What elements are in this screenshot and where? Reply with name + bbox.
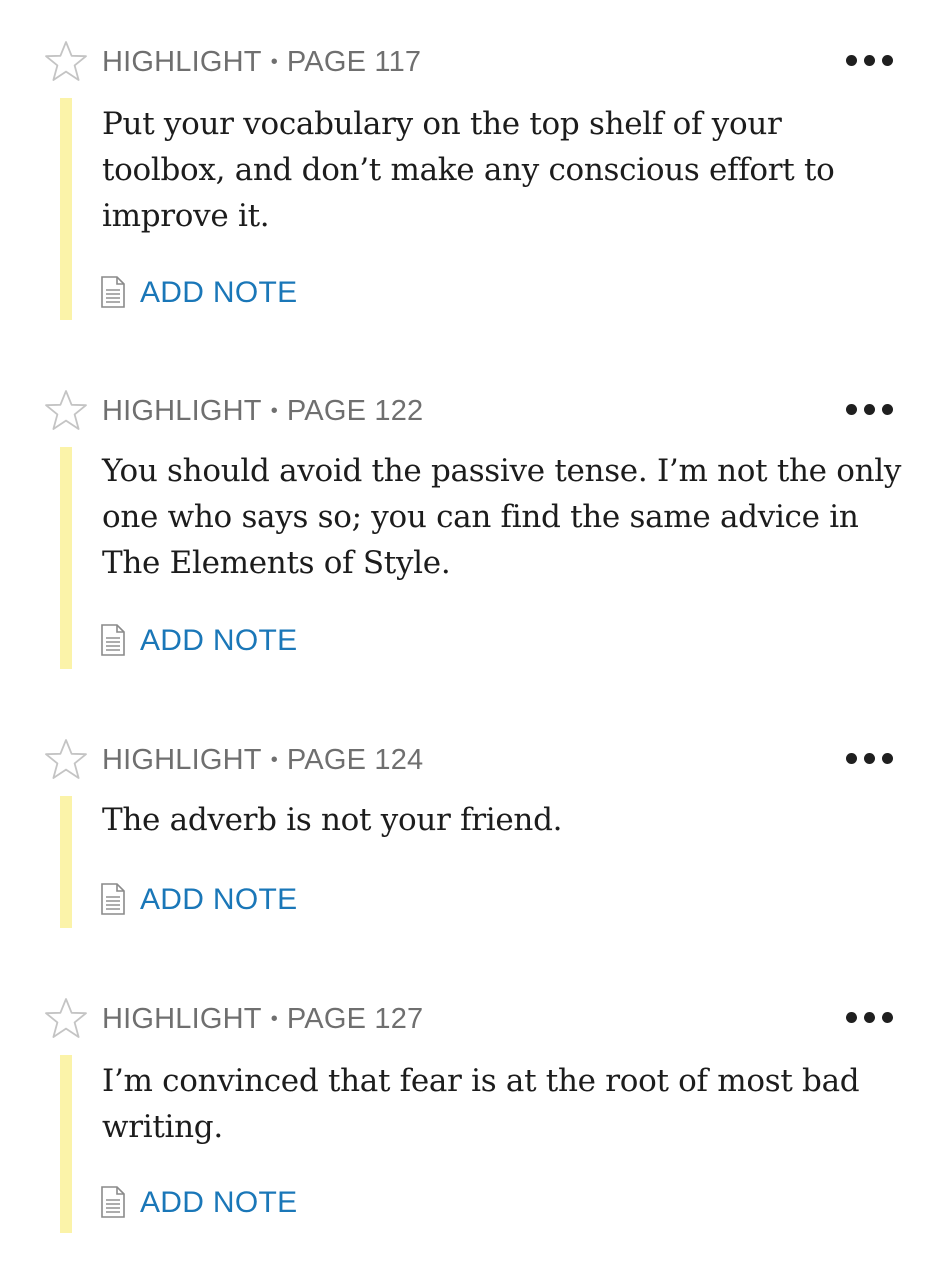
add-note-label: ADD NOTE — [140, 883, 298, 916]
highlight-color-bar — [60, 1055, 72, 1233]
separator-dot: • — [270, 400, 278, 422]
highlight-text: The adverb is not your friend. — [102, 802, 563, 838]
highlight-header: HIGHLIGHT • PAGE 127 — [0, 997, 948, 1047]
highlight-color-bar — [60, 796, 72, 928]
highlight-location: HIGHLIGHT • PAGE 117 — [102, 44, 421, 80]
more-options-icon[interactable] — [838, 40, 902, 84]
highlight-type-label: HIGHLIGHT — [102, 744, 262, 776]
highlight-text: Put your vocabulary on the top shelf of … — [102, 106, 835, 234]
star-icon[interactable] — [44, 738, 88, 782]
highlight-color-bar — [60, 447, 72, 669]
highlight-location: HIGHLIGHT • PAGE 124 — [102, 742, 423, 778]
highlight-type-label: HIGHLIGHT — [102, 1003, 262, 1035]
page-number-label: PAGE 127 — [286, 1003, 424, 1035]
note-icon — [101, 624, 125, 656]
star-icon[interactable] — [44, 389, 88, 433]
note-icon — [101, 1186, 125, 1218]
note-icon — [101, 276, 125, 308]
more-options-icon[interactable] — [838, 738, 902, 782]
highlight-location: HIGHLIGHT • PAGE 127 — [102, 1001, 423, 1037]
star-icon[interactable] — [44, 997, 88, 1041]
page-number-label: PAGE 122 — [286, 395, 424, 427]
highlight-card: HIGHLIGHT • PAGE 124 The adverb is not you… — [0, 738, 948, 930]
highlight-card: HIGHLIGHT • PAGE 117 Put your vocabulary o… — [0, 40, 948, 322]
add-note-label: ADD NOTE — [140, 1186, 298, 1219]
highlight-card: HIGHLIGHT • PAGE 127 I’m convinced that fe… — [0, 997, 948, 1235]
highlight-text: You should avoid the passive tense. I’m … — [102, 453, 902, 581]
more-options-icon[interactable] — [838, 389, 902, 433]
page-number-label: PAGE 124 — [286, 744, 424, 776]
star-icon[interactable] — [44, 40, 88, 84]
more-options-icon[interactable] — [838, 997, 902, 1041]
highlight-header: HIGHLIGHT • PAGE 122 — [0, 389, 948, 439]
note-icon — [101, 883, 125, 915]
highlight-header: HIGHLIGHT • PAGE 124 — [0, 738, 948, 788]
highlight-location: HIGHLIGHT • PAGE 122 — [102, 393, 423, 429]
separator-dot: • — [270, 1008, 278, 1030]
page-number-label: PAGE 117 — [286, 46, 422, 78]
highlight-type-label: HIGHLIGHT — [102, 395, 262, 427]
highlight-color-bar — [60, 98, 72, 320]
highlight-card: HIGHLIGHT • PAGE 122 You should avoid the … — [0, 389, 948, 671]
separator-dot: • — [270, 51, 278, 73]
highlight-type-label: HIGHLIGHT — [102, 46, 262, 78]
separator-dot: • — [270, 749, 278, 771]
add-note-label: ADD NOTE — [140, 624, 298, 657]
highlight-header: HIGHLIGHT • PAGE 117 — [0, 40, 948, 90]
add-note-label: ADD NOTE — [140, 276, 298, 309]
highlight-text: I’m convinced that fear is at the root o… — [102, 1063, 860, 1145]
